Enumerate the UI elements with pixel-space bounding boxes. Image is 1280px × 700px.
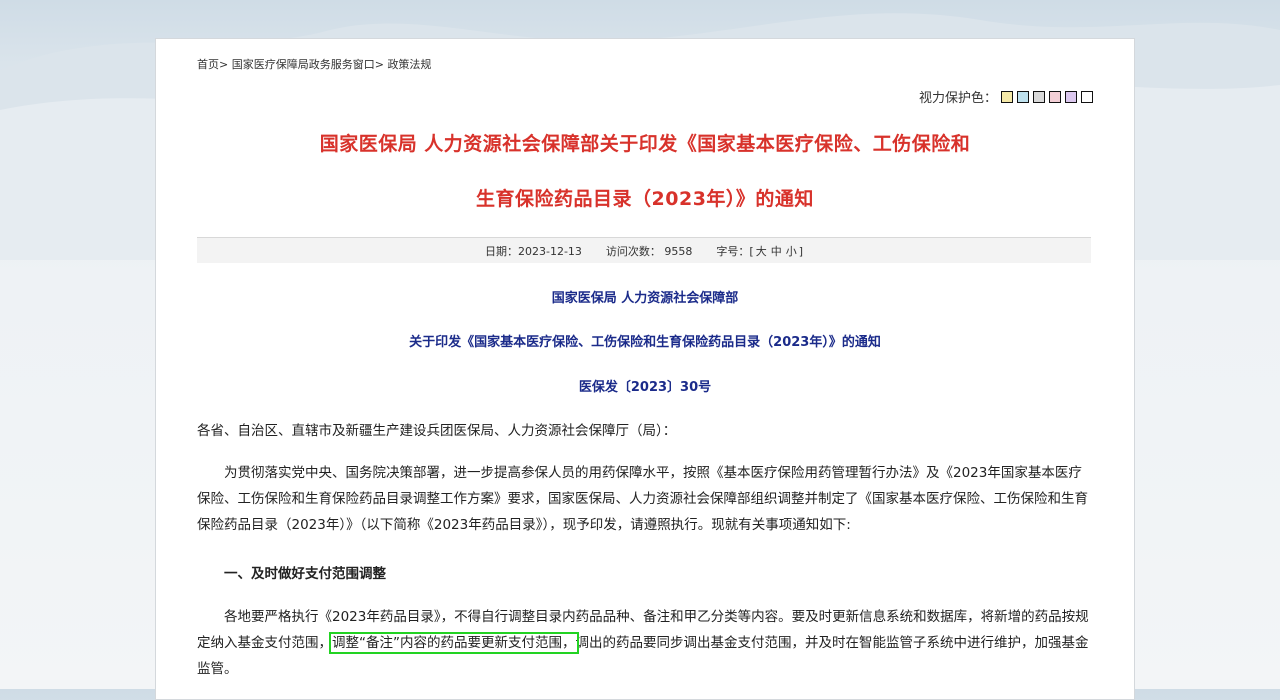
page-title-line1: 国家医保局 人力资源社会保障部关于印发《国家基本医疗保险、工伤保险和: [319, 133, 971, 155]
color-swatch-gray[interactable]: [1033, 90, 1045, 103]
visit-count: 访问次数： 9558: [605, 244, 693, 258]
color-swatch-blue[interactable]: [1017, 90, 1029, 103]
font-size-large-button[interactable]: 大: [756, 245, 767, 258]
section-heading-1: 一、及时做好支付范围调整: [224, 566, 386, 582]
color-swatch-white[interactable]: [1081, 90, 1093, 103]
publish-date: 日期：2023-12-13: [484, 244, 582, 258]
color-swatch-pink[interactable]: [1049, 90, 1061, 103]
vision-protection-selector: 视力保护色：: [919, 87, 1093, 106]
breadcrumb-current-link[interactable]: 政策法规: [387, 58, 431, 71]
document-number: 医保发〔2023〕30号: [578, 380, 712, 395]
breadcrumb-separator: >: [219, 58, 232, 71]
vision-protection-label: 视力保护色：: [918, 91, 997, 106]
font-size-label: 字号：[: [716, 244, 754, 258]
font-size-control: 字号：[大中小]: [716, 243, 803, 259]
font-size-small-button[interactable]: 小: [786, 245, 797, 258]
salutation: 各省、自治区、直辖市及新疆生产建设兵团医保局、人力资源社会保障厅（局）：: [197, 423, 677, 439]
breadcrumb-separator: >: [374, 58, 388, 71]
page-title-line2: 生育保险药品目录（2023年）》的通知: [476, 188, 814, 210]
issuer-heading: 国家医保局 人力资源社会保障部: [551, 291, 739, 306]
breadcrumb: 首页> 国家医疗保障局政务服务窗口> 政策法规: [197, 56, 431, 72]
breadcrumb-window-link[interactable]: 国家医疗保障局政务服务窗口: [232, 58, 375, 71]
article-container: 首页> 国家医疗保障局政务服务窗口> 政策法规 视力保护色： 国家医保局 人力资…: [155, 38, 1135, 700]
paragraph-section-1: 各地要严格执行《2023年药品目录》，不得自行调整目录内药品品种、备注和甲乙分类…: [197, 604, 1093, 682]
article-meta-bar: 日期：2023-12-13 访问次数： 9558 字号：[大中小]: [197, 237, 1091, 263]
font-size-medium-button[interactable]: 中: [771, 245, 782, 258]
highlighted-text: 调整“备注”内容的药品要更新支付范围，: [329, 632, 579, 654]
paragraph-intro: 为贯彻落实党中央、国务院决策部署，进一步提高参保人员的用药保障水平，按照《基本医…: [197, 465, 1088, 533]
color-swatch-yellow[interactable]: [1001, 90, 1013, 103]
color-swatch-purple[interactable]: [1065, 90, 1077, 103]
breadcrumb-home-link[interactable]: 首页: [197, 58, 219, 71]
document-title: 关于印发《国家基本医疗保险、工伤保险和生育保险药品目录（2023年）》的通知: [409, 335, 881, 350]
font-size-bracket: ]: [798, 244, 804, 258]
